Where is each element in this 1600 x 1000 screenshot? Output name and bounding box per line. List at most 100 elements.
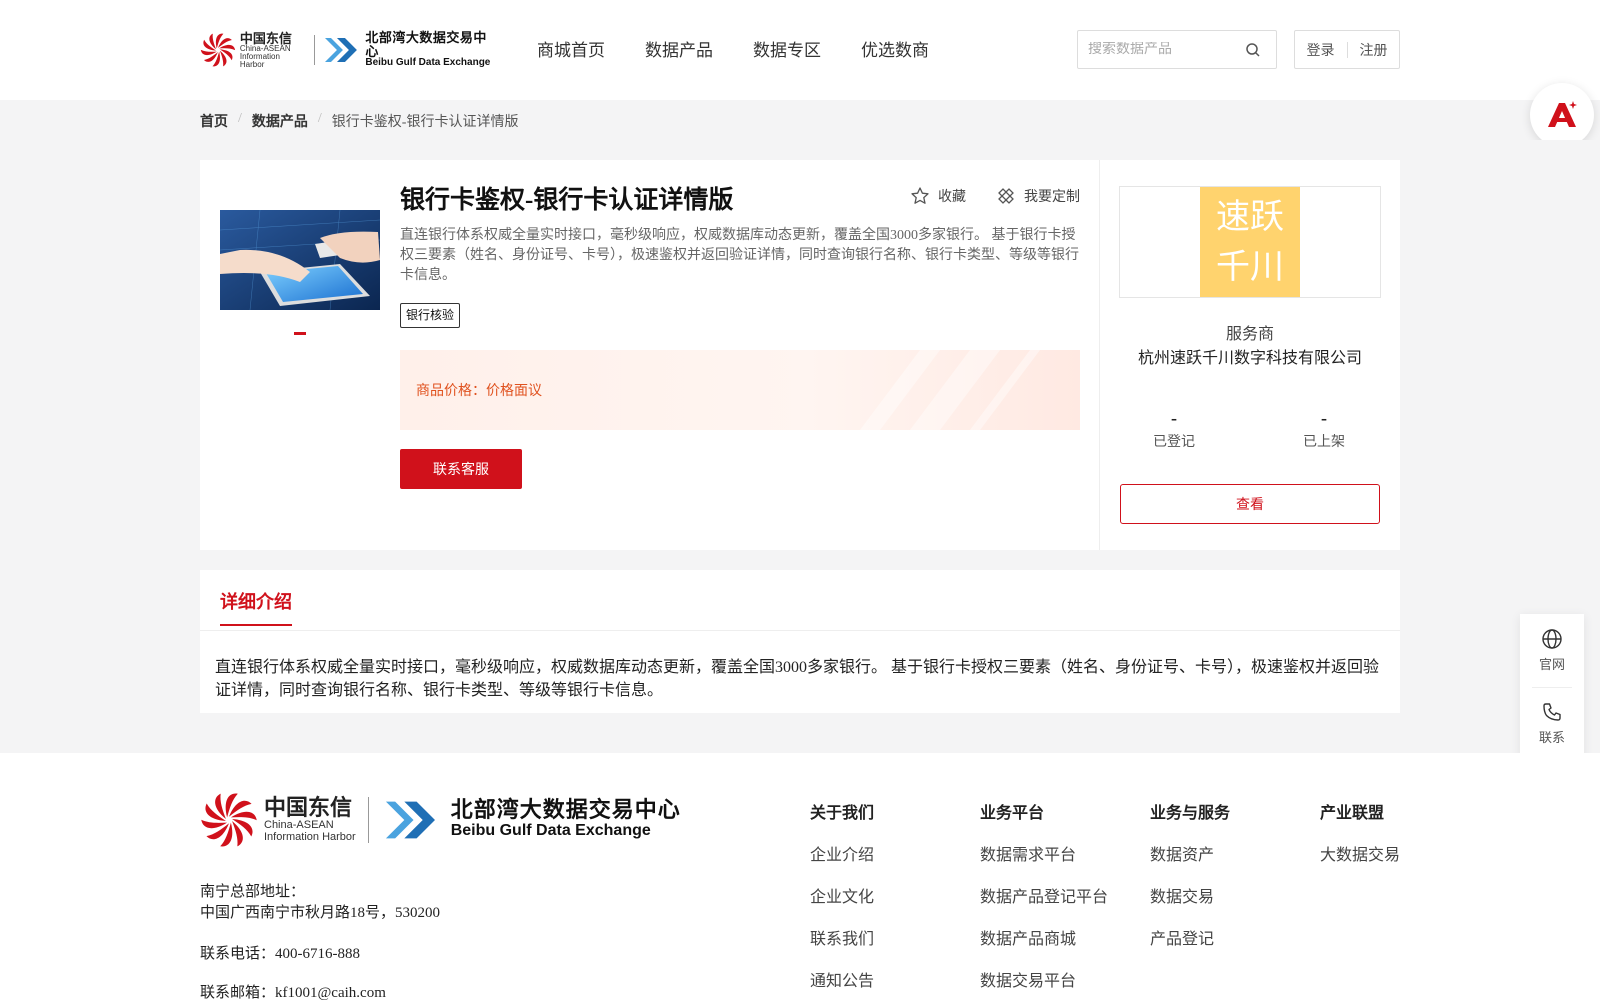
footer-link[interactable]: 数据资产 (1150, 841, 1230, 865)
search-input[interactable] (1078, 41, 1243, 58)
detail-section: 详细介绍 直连银行体系权威全量实时接口，毫秒级响应，权威数据库动态更新，覆盖全国… (200, 570, 1400, 713)
favorite-label: 收藏 (938, 190, 966, 205)
footer-link[interactable]: 数据交易 (1150, 883, 1230, 907)
side-contact-label: 联系 (1538, 730, 1565, 745)
product-title: 银行卡鉴权-银行卡认证详情版 (400, 187, 734, 214)
footer-link[interactable]: 数据产品登记平台 (980, 883, 1108, 907)
china-asean-logo: 中国东信 China-ASEAN Information Harbor (200, 32, 306, 69)
footer-link[interactable]: 通知公告 (810, 967, 874, 991)
footer-bgde-icon (385, 801, 435, 839)
footer-col-title: 产业联盟 (1320, 805, 1385, 822)
footer-link[interactable]: 产品登记 (1150, 925, 1230, 949)
price-label: 商品价格： (416, 384, 486, 399)
footer-phone: 联系电话：400-6716-888 (200, 946, 360, 962)
search-box (1077, 30, 1277, 69)
contact-service-button[interactable]: 联系客服 (400, 449, 522, 489)
footer-address-label: 南宁总部地址： (200, 884, 306, 900)
footer-link[interactable]: 数据交易平台 (980, 967, 1108, 991)
footer-col-title: 业务平台 (980, 805, 1045, 822)
register-button[interactable]: 注册 (1360, 40, 1388, 60)
stat-registered-value: - (1171, 408, 1177, 428)
stat-listed: - 已上架 (1284, 408, 1364, 451)
login-button[interactable]: 登录 (1307, 40, 1335, 60)
footer-link[interactable]: 数据产品商城 (980, 925, 1108, 949)
breadcrumb-products[interactable]: 数据产品 (252, 111, 308, 131)
stat-registered-label: 已登记 (1153, 435, 1195, 450)
provider-logo: 速跃 千川 (1200, 187, 1300, 297)
side-website-label: 官网 (1538, 657, 1565, 672)
nav-data-products[interactable]: 数据产品 (645, 36, 713, 61)
side-contact-button[interactable]: 联系 (1520, 687, 1584, 760)
image-indicator[interactable] (294, 332, 306, 335)
tab-detail[interactable]: 详细介绍 (220, 588, 292, 626)
stat-listed-value: - (1321, 408, 1327, 428)
logo-divider (314, 35, 316, 65)
footer-logo: 中国东信 China-ASEAN Information Harbor 北部湾大… (200, 791, 681, 849)
star-icon (911, 187, 929, 204)
side-website-button[interactable]: 官网 (1520, 614, 1584, 687)
detail-divider (200, 630, 1400, 631)
bgde-logo-icon (325, 38, 358, 62)
stat-registered: - 已登记 (1134, 408, 1214, 451)
side-float-menu: 官网 联系 (1520, 614, 1584, 760)
footer-link[interactable]: 大数据交易 (1320, 841, 1400, 865)
ai-assistant-button[interactable] (1530, 83, 1594, 147)
auth-buttons: 登录 注册 (1294, 30, 1400, 69)
footer-link[interactable]: 联系我们 (810, 925, 874, 949)
footer-link[interactable]: 企业介绍 (810, 841, 874, 865)
customize-label: 我要定制 (1024, 190, 1080, 205)
breadcrumb-separator: / (238, 111, 242, 126)
view-provider-button[interactable]: 查看 (1120, 484, 1380, 524)
product-image-graphic (220, 210, 380, 310)
logo-bg-cn: 北部湾大数据交易中心 (365, 30, 487, 59)
footer-logo-divider (367, 797, 369, 843)
pinwheel-logo-icon (200, 33, 236, 67)
nav-mall-home[interactable]: 商城首页 (537, 36, 605, 61)
nav-data-zone[interactable]: 数据专区 (753, 36, 821, 61)
footer-logo-bg-en: Beibu Gulf Data Exchange (450, 822, 651, 840)
favorite-button[interactable]: 收藏 (910, 186, 966, 206)
footer-col-title: 业务与服务 (1150, 805, 1231, 822)
nav-preferred-vendors[interactable]: 优选数商 (861, 36, 929, 61)
auth-divider (1346, 41, 1348, 58)
footer-col-title: 关于我们 (810, 805, 875, 822)
price-box: 商品价格：价格面议 (400, 350, 1080, 430)
logo-ca-cn: 中国东信 (239, 30, 292, 46)
footer-col-platform: 业务平台 数据需求平台 数据产品登记平台 数据产品商城 数据交易平台 (980, 799, 1108, 1000)
card-divider (1099, 160, 1100, 550)
footer-col-alliance: 产业联盟 大数据交易 (1320, 799, 1400, 883)
breadcrumb-home[interactable]: 首页 (200, 111, 228, 131)
logo-bg-en: Beibu Gulf Data Exchange (365, 57, 491, 69)
breadcrumb-current: 银行卡鉴权-银行卡认证详情版 (331, 115, 519, 130)
search-icon[interactable] (1245, 42, 1261, 58)
product-tag: 银行核验 (400, 303, 461, 328)
footer-logo-ca-en2: Information Harbor (264, 831, 356, 843)
footer-logo-bg-cn: 北部湾大数据交易中心 (450, 797, 681, 823)
ai-assistant-icon (1548, 101, 1577, 127)
price-decoration (860, 350, 1040, 430)
provider-logo-line2: 千川 (1216, 247, 1284, 287)
footer-link[interactable]: 数据需求平台 (980, 841, 1108, 865)
logo-ca-en2: Information Harbor (239, 51, 280, 69)
footer-address-value: 中国广西南宁市秋月路18号，530200 (200, 905, 441, 921)
provider-name: 杭州速跃千川数字科技有限公司 (1137, 350, 1362, 367)
customize-button[interactable]: 我要定制 (996, 186, 1080, 206)
main-nav: 商城首页 数据产品 数据专区 优选数商 (537, 36, 969, 61)
footer-col-services: 业务与服务 数据资产 数据交易 产品登记 (1150, 799, 1230, 967)
footer: 中国东信 China-ASEAN Information Harbor 北部湾大… (0, 753, 1600, 1000)
footer-email: 联系邮箱：kf1001@caih.com (200, 985, 386, 1000)
product-actions: 收藏 我要定制 (910, 186, 1110, 206)
footer-logo-ca-en1: China-ASEAN (264, 818, 334, 831)
detail-text: 直连银行体系权威全量实时接口，毫秒级响应，权威数据库动态更新，覆盖全国3000多… (215, 659, 1380, 699)
breadcrumb-bar: 首页 / 数据产品 / 银行卡鉴权-银行卡认证详情版 (0, 100, 1600, 140)
globe-icon (1542, 629, 1562, 649)
header: 中国东信 China-ASEAN Information Harbor 北部湾大… (0, 0, 1600, 100)
provider-logo-line1: 速跃 (1216, 197, 1284, 237)
phone-icon (1543, 703, 1561, 721)
breadcrumb: 首页 / 数据产品 / 银行卡鉴权-银行卡认证详情版 (200, 111, 518, 131)
breadcrumb-separator: / (317, 111, 322, 126)
site-logo[interactable]: 中国东信 China-ASEAN Information Harbor 北部湾大… (200, 30, 500, 70)
footer-link[interactable]: 企业文化 (810, 883, 874, 907)
product-image[interactable] (220, 210, 380, 310)
footer-address: 南宁总部地址： 中国广西南宁市秋月路18号，530200 (200, 882, 440, 924)
